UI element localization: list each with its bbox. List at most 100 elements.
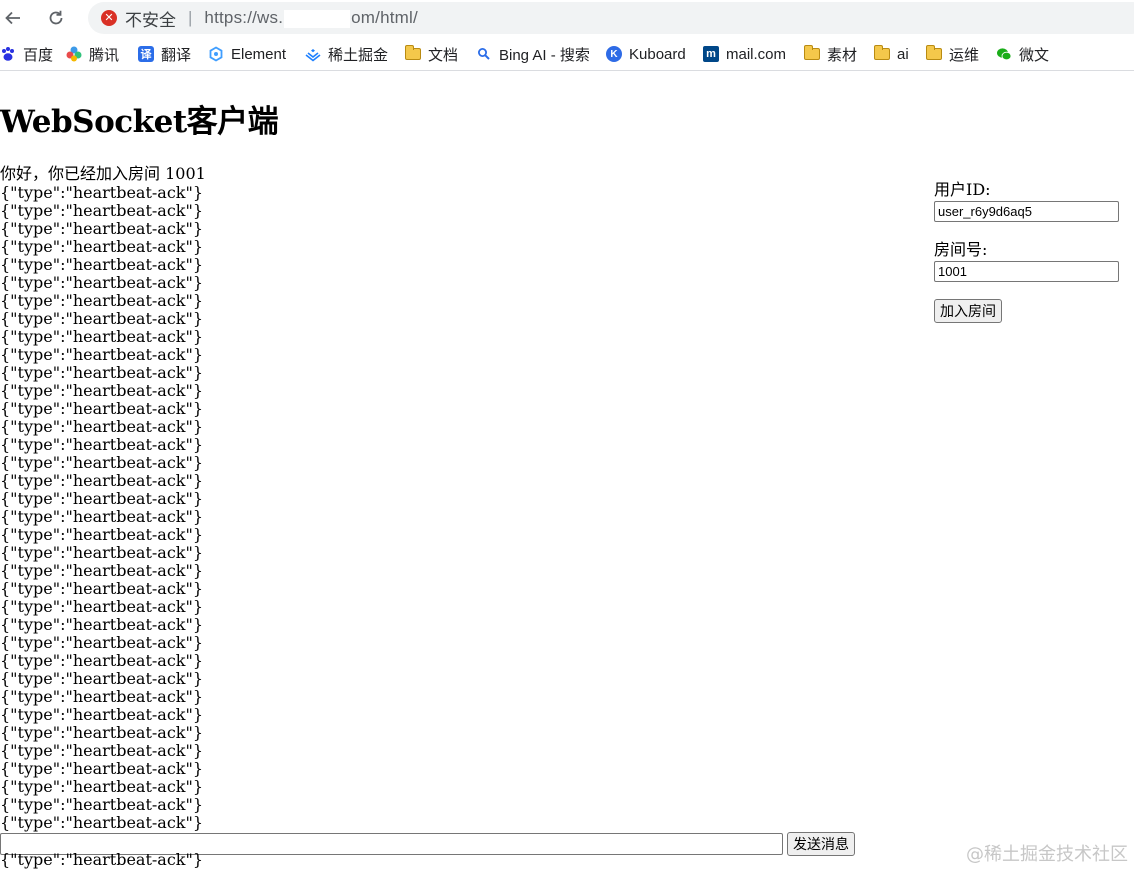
message-item: {"type":"heartbeat-ack"}	[0, 723, 204, 742]
message-item: {"type":"heartbeat-ack"}	[0, 183, 204, 202]
bookmark-folder-ops[interactable]: 运维	[926, 43, 979, 65]
message-item: {"type":"heartbeat-ack"}	[0, 543, 204, 562]
url-prefix: https://ws.	[204, 8, 284, 27]
mail-icon: m	[703, 46, 719, 62]
folder-icon	[405, 45, 421, 60]
join-greeting: 你好，你已经加入房间 1001	[0, 164, 206, 183]
reload-icon	[49, 10, 63, 25]
watermark: @稀土掘金技术社区	[966, 844, 1128, 865]
message-item: {"type":"heartbeat-ack"}	[0, 471, 204, 490]
bookmark-label: 稀土掘金	[328, 46, 389, 64]
message-item: {"type":"heartbeat-ack"}	[0, 615, 204, 634]
message-item: {"type":"heartbeat-ack"}	[0, 759, 204, 778]
join-room-form: 用户ID: 房间号: 加入房间	[934, 180, 1124, 323]
bookmark-kuboard[interactable]: K Kuboard	[606, 43, 686, 65]
message-item: {"type":"heartbeat-ack"}	[0, 597, 204, 616]
message-item: {"type":"heartbeat-ack"}	[0, 705, 204, 724]
page-title: WebSocket客户端	[0, 104, 279, 140]
bookmark-mail[interactable]: m mail.com	[703, 43, 786, 65]
url-redaction	[284, 9, 351, 28]
bookmark-juejin[interactable]: 稀土掘金	[305, 43, 388, 65]
message-item: {"type":"heartbeat-ack"}	[0, 813, 204, 832]
message-item: {"type":"heartbeat-ack"}	[0, 489, 204, 508]
back-button[interactable]	[0, 5, 26, 31]
bookmark-label: Element	[231, 45, 287, 63]
message-item: {"type":"heartbeat-ack"}	[0, 561, 204, 580]
message-item: {"type":"heartbeat-ack"}	[0, 507, 204, 526]
message-item: {"type":"heartbeat-ack"}	[0, 219, 204, 238]
wechat-icon	[996, 46, 1012, 62]
folder-icon	[804, 45, 820, 60]
message-item: {"type":"heartbeat-ack"}	[0, 435, 204, 454]
bookmark-label: Kuboard	[629, 45, 686, 63]
message-item: {"type":"heartbeat-ack"}	[0, 453, 204, 472]
baidu-paw-icon	[0, 46, 16, 62]
tencent-flower-icon	[66, 46, 82, 62]
message-item: {"type":"heartbeat-ack"}	[0, 291, 204, 310]
message-item: {"type":"heartbeat-ack"}	[0, 345, 204, 364]
message-item: {"type":"heartbeat-ack"}	[0, 201, 204, 220]
search-icon	[476, 46, 492, 62]
bookmark-label: 腾讯	[89, 46, 120, 64]
reload-button[interactable]	[43, 5, 69, 31]
message-item: {"type":"heartbeat-ack"}	[0, 273, 204, 292]
user-id-input[interactable]	[934, 201, 1119, 222]
url-divider: |	[188, 8, 193, 27]
address-bar[interactable]: ✕ 不安全 | https://ws. om/html/	[88, 2, 1134, 34]
bookmark-label: ai	[897, 45, 909, 63]
message-item: {"type":"heartbeat-ack"}	[0, 795, 204, 814]
message-item: {"type":"heartbeat-ack"}	[0, 237, 204, 256]
bookmark-translate[interactable]: 译 翻译	[138, 43, 191, 65]
message-item: {"type":"heartbeat-ack"}	[0, 399, 204, 418]
message-item: {"type":"heartbeat-ack"}	[0, 741, 204, 760]
message-item: {"type":"heartbeat-ack"}	[0, 327, 204, 346]
bookmark-label: 运维	[949, 46, 980, 64]
message-item: {"type":"heartbeat-ack"}	[0, 309, 204, 328]
bookmark-label: 百度	[23, 46, 54, 64]
message-item: {"type":"heartbeat-ack"}	[0, 255, 204, 274]
room-number-input[interactable]	[934, 261, 1119, 282]
bookmarks-bar: 百度 腾讯 译 翻译 Element 稀土掘金 文档 Bing AI - 搜索 …	[0, 38, 1134, 71]
message-item: {"type":"heartbeat-ack"}	[0, 777, 204, 796]
element-icon	[208, 46, 224, 62]
bookmark-weiwen[interactable]: 微文	[996, 43, 1049, 65]
url-suffix: om/html/	[351, 8, 418, 27]
message-item: {"type":"heartbeat-ack"}	[0, 363, 204, 382]
url-text[interactable]: https://ws. om/html/	[204, 8, 418, 28]
kuboard-icon: K	[606, 46, 622, 62]
bookmark-bing-ai[interactable]: Bing AI - 搜索	[476, 43, 590, 65]
latest-message: {"type":"heartbeat-ack"}	[0, 850, 204, 869]
bookmark-folder-docs[interactable]: 文档	[405, 43, 458, 65]
bookmark-label: mail.com	[726, 45, 787, 63]
message-log: {"type":"heartbeat-ack"} {"type":"heartbe…	[0, 184, 203, 832]
bookmark-folder-assets[interactable]: 素材	[804, 43, 857, 65]
translate-icon: 译	[138, 46, 154, 62]
folder-icon	[926, 45, 942, 60]
join-room-button[interactable]: 加入房间	[934, 299, 1002, 323]
message-item: {"type":"heartbeat-ack"}	[0, 687, 204, 706]
message-item: {"type":"heartbeat-ack"}	[0, 381, 204, 400]
message-item: {"type":"heartbeat-ack"}	[0, 651, 204, 670]
bookmark-tencent[interactable]: 腾讯	[66, 43, 119, 65]
bookmark-label: 翻译	[161, 46, 192, 64]
bookmark-label: 文档	[428, 46, 459, 64]
message-item: {"type":"heartbeat-ack"}	[0, 417, 204, 436]
back-arrow-icon	[5, 11, 20, 25]
bookmark-label: Bing AI - 搜索	[499, 46, 590, 64]
bookmark-element[interactable]: Element	[208, 43, 286, 65]
bookmark-label: 素材	[827, 46, 858, 64]
message-item: {"type":"heartbeat-ack"}	[0, 579, 204, 598]
bookmark-baidu[interactable]: 百度	[0, 43, 53, 65]
insecure-icon[interactable]: ✕	[101, 10, 117, 26]
message-item: {"type":"heartbeat-ack"}	[0, 633, 204, 652]
send-message-button[interactable]: 发送消息	[787, 832, 855, 856]
bookmark-label: 微文	[1019, 46, 1050, 64]
message-item: {"type":"heartbeat-ack"}	[0, 525, 204, 544]
user-id-label: 用户ID:	[934, 180, 991, 199]
bookmark-folder-ai[interactable]: ai	[874, 43, 909, 65]
folder-icon	[874, 45, 890, 60]
browser-toolbar: ✕ 不安全 | https://ws. om/html/	[0, 0, 1134, 36]
message-item: {"type":"heartbeat-ack"}	[0, 669, 204, 688]
security-status-label[interactable]: 不安全	[125, 6, 176, 31]
juejin-icon	[305, 46, 321, 62]
